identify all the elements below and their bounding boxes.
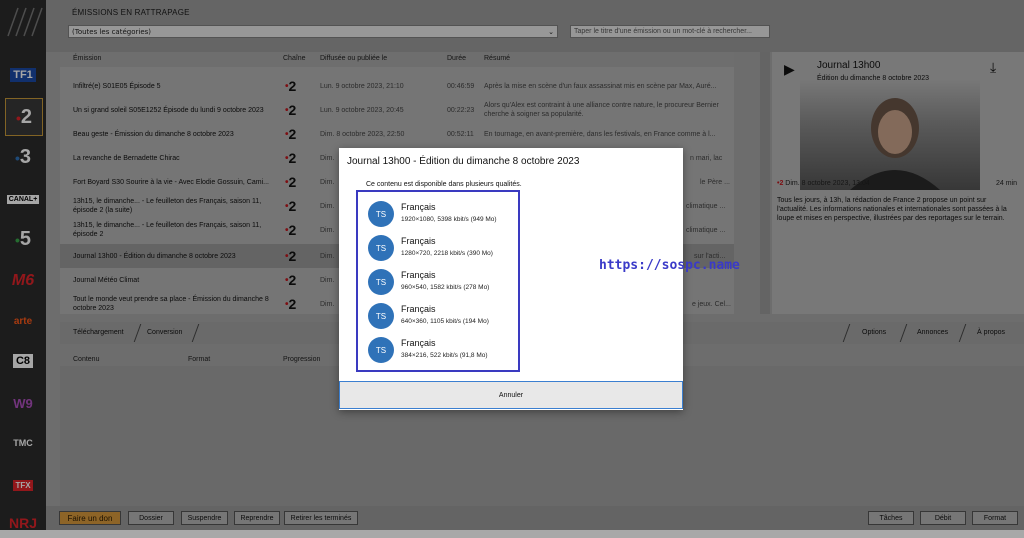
quality-option[interactable]: TS Français 384×216, 522 kbit/s (91,8 Mo… <box>366 335 516 367</box>
ts-format-icon: TS <box>368 235 394 261</box>
watermark-text: https://sospc.name <box>599 258 740 273</box>
quality-option[interactable]: TS Français 960×540, 1582 kbit/s (278 Mo… <box>366 267 516 299</box>
quality-option[interactable]: TS Français 1920×1080, 5398 kbit/s (949 … <box>366 199 516 231</box>
dialog-title: Journal 13h00 - Édition du dimanche 8 oc… <box>347 156 580 167</box>
ts-format-icon: TS <box>368 303 394 329</box>
ts-format-icon: TS <box>368 269 394 295</box>
dialog-message: Ce contenu est disponible dans plusieurs… <box>366 181 522 188</box>
quality-option[interactable]: TS Français 640×360, 1105 kbit/s (194 Mo… <box>366 301 516 333</box>
cancel-button[interactable]: Annuler <box>339 381 683 409</box>
quality-option[interactable]: TS Français 1280×720, 2218 kbit/s (390 M… <box>366 233 516 265</box>
ts-format-icon: TS <box>368 201 394 227</box>
ts-format-icon: TS <box>368 337 394 363</box>
